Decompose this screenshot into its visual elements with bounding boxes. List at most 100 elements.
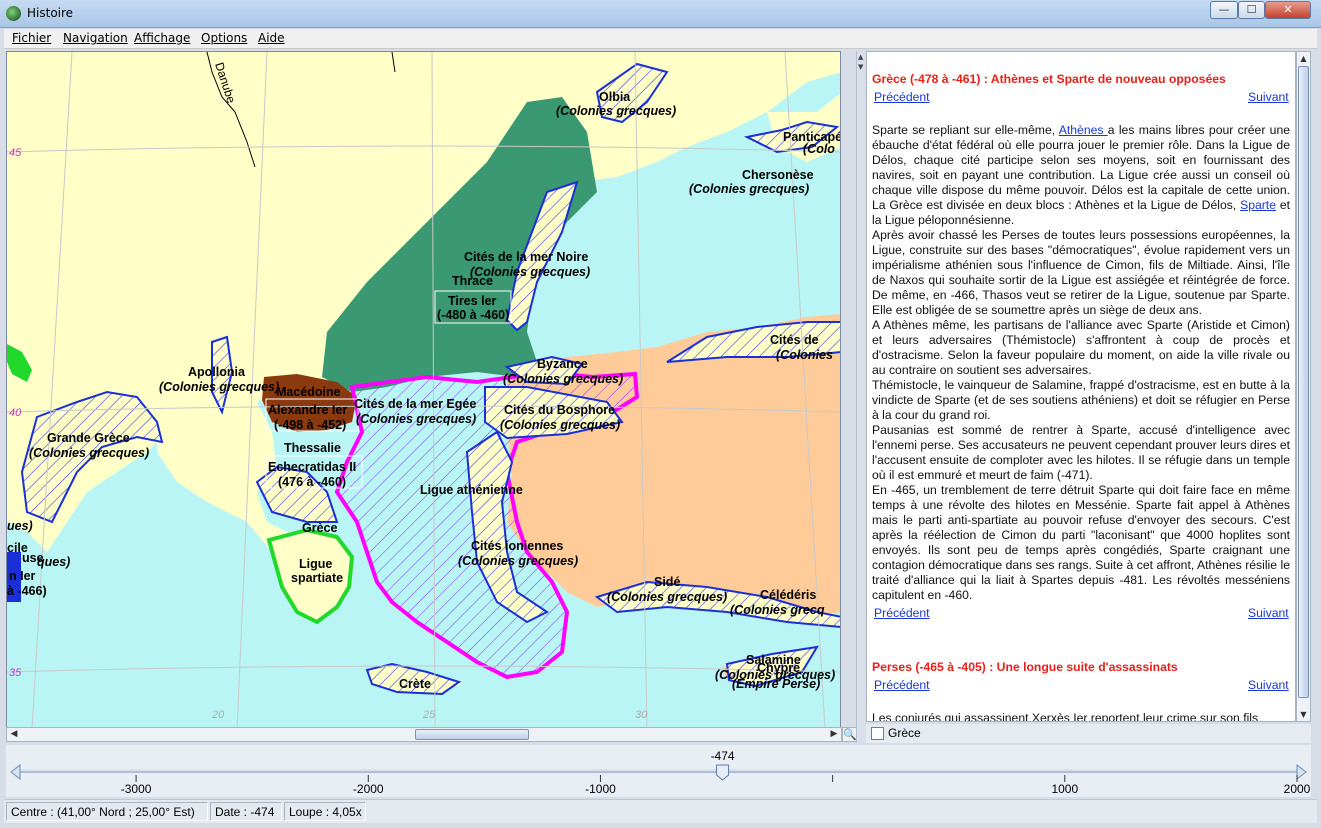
label-thrace: Thrace [452,274,493,288]
menu-aide[interactable]: Aide [258,31,285,45]
history-text-panel: Grèce (-478 à -461) : Athènes et Sparte … [866,51,1296,722]
label-side: Sidé [654,575,680,589]
previous-link[interactable]: Précédent [874,90,930,104]
label-left-5: n Ier [9,569,36,583]
app-window: Histoire — ☐ ✕ Fichier Navigation Affich… [0,0,1321,828]
label-empire-perse: (Empire Perse) [732,677,820,691]
label-chypre: Chypre [757,661,800,675]
paragraph-4: Thémistocle, le vainqueur de Salamine, f… [872,378,1290,422]
paragraph-6: En -465, un tremblement de terre détruit… [872,483,1290,602]
timeline-thumb[interactable] [716,764,730,781]
history-text-body: Sparte se repliant sur elle-même, Athène… [872,123,1290,603]
label-left-4: ques) [37,555,70,569]
scroll-right-arrow-icon[interactable]: ▶ [827,728,841,741]
map-canvas[interactable]: 45 40 35 20 25 30 Danube Olbia (Colonies… [7,52,841,728]
label-tires-dates: (-480 à -460) [437,308,509,322]
scroll-down-arrow-icon[interactable]: ▼ [1297,708,1310,722]
label-cites-de-sub: (Colonies [776,348,833,362]
label-olbia: Olbia [599,90,631,104]
timeline-canvas[interactable]: -474 -3000 -2000 -1000 1000 2000 [6,745,1311,797]
label-byzance: Byzance [537,357,588,371]
timeline-tick-label: -3000 [121,782,152,796]
next-link-perses[interactable]: Suivant [1248,678,1289,692]
label-left-6: à -466) [7,584,47,598]
label-byzance-sub: (Colonies grecques) [503,372,623,386]
label-chersonese: Chersonèse [742,168,814,182]
title-bar: Histoire — ☐ ✕ [0,0,1321,28]
menu-bar: Fichier Navigation Affichage Options Aid… [4,29,1317,49]
label-olbia-sub: (Colonies grecques) [556,104,676,118]
collapse-down-icon[interactable]: ▼ [858,63,863,71]
map-scroll-thumb[interactable] [415,729,529,740]
grece-checkbox[interactable] [871,727,884,740]
label-grande-grece: Grande Grèce [47,431,130,445]
section-title-perses: Perses (-465 à -405) : Une longue suite … [872,660,1178,674]
timeline-left-arrow-icon[interactable] [10,763,21,781]
label-cites-ioniennes-sub: (Colonies grecques) [458,554,578,568]
label-alexandre: Alexandre Ier [268,403,347,417]
lon-25-label: 25 [422,709,436,721]
timeline-tick-label: -2000 [353,782,384,796]
lat-45-label: 45 [9,147,22,159]
label-celenderis: Célédéris [760,588,816,602]
text-vertical-scrollbar[interactable]: ▲ ▼ [1296,51,1311,722]
label-apollonia: Apollonia [188,365,246,379]
grece-filter[interactable]: Grèce [866,724,1311,743]
link-athenes[interactable]: Athènes [1059,123,1108,137]
previous-link-perses[interactable]: Précédent [874,678,930,692]
previous-link-bottom[interactable]: Précédent [874,606,930,620]
next-link[interactable]: Suivant [1248,90,1289,104]
text-scroll-thumb[interactable] [1298,66,1309,698]
label-tires: Tires ler [448,294,497,308]
timeline-right-arrow-icon[interactable] [1296,763,1307,781]
menu-fichier[interactable]: Fichier [12,31,51,45]
paragraph-1: Sparte se repliant sur elle-même, Athène… [872,123,1290,228]
maximize-button[interactable]: ☐ [1238,1,1265,19]
close-button[interactable]: ✕ [1265,1,1311,19]
map-view[interactable]: 45 40 35 20 25 30 Danube Olbia (Colonies… [6,51,841,728]
label-mer-egee: Cités de la mer Egée [354,397,476,411]
label-thessalie: Thessalie [284,441,341,455]
grece-checkbox-label: Grèce [888,726,921,740]
paragraph-7: Les conjurés qui assassinent Xerxès Ier … [872,711,1259,722]
paragraph-1-text: Sparte se repliant sur elle-même, [872,123,1059,137]
label-mer-egee-sub: (Colonies grecques) [356,412,476,426]
label-bosphore-sub: (Colonies grecques) [500,418,620,432]
label-side-sub: (Colonies grecques) [607,590,727,604]
label-bosphore: Cités du Bosphore [504,403,615,417]
paragraph-3: A Athènes même, les partisans de l'allia… [872,318,1290,377]
next-link-bottom[interactable]: Suivant [1248,606,1289,620]
label-grece: Grèce [302,521,337,535]
timeline-tick-label: 1000 [1051,782,1078,796]
minimize-button[interactable]: — [1210,1,1238,19]
scroll-up-arrow-icon[interactable]: ▲ [1297,52,1310,66]
timeline-current-label: -474 [711,749,735,763]
label-panticapee-sub: (Colo [803,142,835,156]
collapse-up-icon[interactable]: ▲ [858,53,863,61]
label-cites-ioniennes: Cités ioniennes [471,539,563,553]
label-ligue-spartiate-2: spartiate [291,571,343,585]
label-alexandre-dates: (-498 à -452) [274,418,346,432]
globe-icon [6,6,21,21]
status-bar: Centre : (41,00° Nord ; 25,00° Est) Date… [4,799,1317,823]
timeline-tick-label: -1000 [585,782,616,796]
lat-40-label: 40 [9,407,22,419]
label-apollonia-sub: (Colonies grecques) [159,380,279,394]
menu-options[interactable]: Options [201,31,247,45]
label-cites-de: Cités de [770,333,819,347]
status-zoom: Loupe : 4,05x [284,802,366,821]
label-chersonese-sub: (Colonies grecques) [689,182,809,196]
timeline-slider[interactable]: -474 -3000 -2000 -1000 1000 2000 [6,745,1311,797]
label-ligue-spartiate-1: Ligue [299,557,332,571]
label-echecratidas-dates: (476 à -460) [278,475,346,489]
scroll-left-arrow-icon[interactable]: ◀ [7,728,21,741]
paragraph-2: Après avoir chassé les Perses de toutes … [872,228,1290,317]
label-mer-noire: Cités de la mer Noire [464,250,588,264]
menu-affichage[interactable]: Affichage [134,31,190,45]
map-horizontal-scrollbar[interactable]: ◀ ▶ [6,727,842,742]
menu-navigation[interactable]: Navigation [63,31,128,45]
status-date: Date : -474 [210,802,282,821]
lon-30-label: 30 [635,709,648,721]
link-sparte[interactable]: Sparte [1240,198,1276,212]
split-pane-divider[interactable]: ▲ ▼ [856,51,866,743]
